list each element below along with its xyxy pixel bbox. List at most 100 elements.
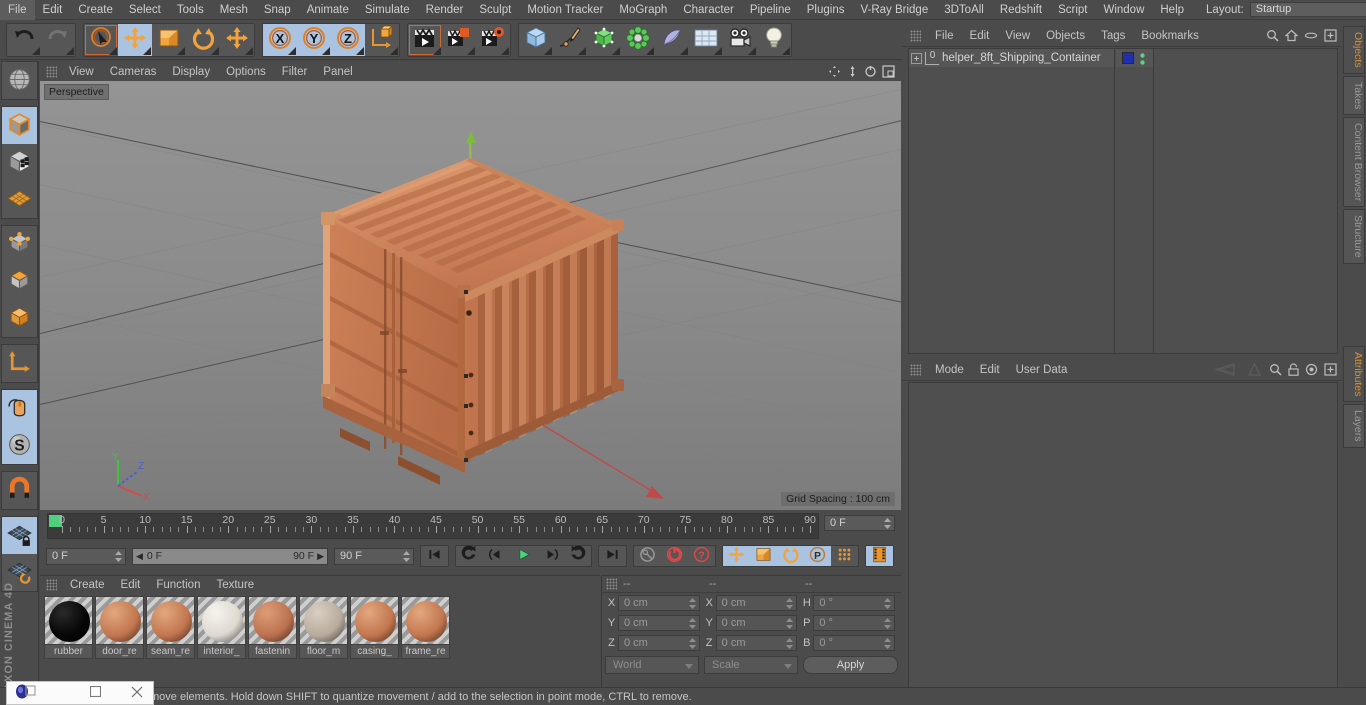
- right-tab-structure[interactable]: Structure: [1343, 209, 1365, 264]
- step-back-button[interactable]: [483, 546, 510, 566]
- right-tab-attributes[interactable]: Attributes: [1343, 345, 1365, 403]
- rotation-keying-button[interactable]: [777, 546, 804, 566]
- model-mode-button[interactable]: [1, 107, 37, 144]
- right-tab-content-browser[interactable]: Content Browser: [1343, 117, 1365, 208]
- spinner-icon[interactable]: [688, 618, 696, 629]
- back-history-icon[interactable]: [1213, 363, 1240, 379]
- menu-item-3dtoall[interactable]: 3DToAll: [936, 0, 992, 20]
- home-icon[interactable]: [1284, 29, 1299, 45]
- render-to-picture-viewer-button[interactable]: [442, 24, 476, 56]
- menu-item-edit[interactable]: Edit: [35, 0, 71, 20]
- add-camera-button[interactable]: [723, 24, 757, 56]
- object-manager-menu-file[interactable]: File: [927, 30, 962, 42]
- menu-item-mesh[interactable]: Mesh: [212, 0, 256, 20]
- right-tab-objects[interactable]: Objects: [1343, 26, 1365, 74]
- add-scene-environment-button[interactable]: [689, 24, 723, 56]
- spinner-icon[interactable]: [884, 618, 892, 629]
- add-spline-button[interactable]: [553, 24, 587, 56]
- material-item[interactable]: interior_: [197, 596, 246, 659]
- menu-item-simulate[interactable]: Simulate: [357, 0, 418, 20]
- menu-item-mograph[interactable]: MoGraph: [611, 0, 675, 20]
- right-tab-layers[interactable]: Layers: [1343, 404, 1365, 448]
- menu-item-character[interactable]: Character: [675, 0, 742, 20]
- transform-tool[interactable]: [220, 24, 254, 56]
- menu-item-sculpt[interactable]: Sculpt: [471, 0, 519, 20]
- spinner-icon[interactable]: [786, 618, 794, 629]
- taskbar-window-preview[interactable]: [6, 681, 154, 705]
- scale-tool[interactable]: [152, 24, 186, 56]
- spinner-icon[interactable]: [688, 638, 696, 649]
- panel-drag-handle[interactable]: [910, 364, 921, 376]
- visibility-dots-icon[interactable]: [1138, 52, 1147, 65]
- object-manager-menu-objects[interactable]: Objects: [1038, 30, 1093, 42]
- attribute-manager-menu-edit[interactable]: Edit: [972, 364, 1008, 376]
- tweak-mode-button[interactable]: [2, 62, 37, 99]
- polygons-mode-button[interactable]: [2, 300, 37, 337]
- attribute-manager-menu-mode[interactable]: Mode: [927, 364, 972, 376]
- move-tool[interactable]: [118, 23, 152, 56]
- menu-item-select[interactable]: Select: [121, 0, 169, 20]
- undo-button[interactable]: [7, 24, 41, 56]
- material-preview-sphere[interactable]: [146, 596, 195, 645]
- object-tag-row[interactable]: [1116, 49, 1153, 67]
- material-preview-sphere[interactable]: [350, 596, 399, 645]
- scale-keying-button[interactable]: [750, 546, 777, 566]
- dolly-icon[interactable]: [846, 65, 859, 81]
- coordinate-system-dropdown[interactable]: World: [605, 656, 699, 674]
- expand-toggle-icon[interactable]: [911, 52, 922, 64]
- material-item[interactable]: fastenin: [248, 596, 297, 659]
- coordinate-rotation-input[interactable]: 0 °: [813, 635, 896, 651]
- material-preview-sphere[interactable]: [95, 596, 144, 645]
- viewport-menu-filter[interactable]: Filter: [274, 66, 316, 78]
- viewport-menu-display[interactable]: Display: [164, 66, 218, 78]
- target-icon[interactable]: [1305, 363, 1318, 379]
- lock-y-axis[interactable]: Y: [297, 23, 331, 56]
- step-forward-button[interactable]: [537, 546, 564, 566]
- coordinate-position-input[interactable]: 0 cm: [618, 615, 700, 631]
- object-manager-menu-edit[interactable]: Edit: [962, 30, 998, 42]
- edges-mode-button[interactable]: [2, 263, 37, 300]
- coordinate-size-input[interactable]: 0 cm: [715, 615, 798, 631]
- parameter-keying-button[interactable]: P: [804, 546, 831, 566]
- material-menu-function[interactable]: Function: [148, 579, 208, 591]
- spinner-icon[interactable]: [115, 550, 122, 562]
- spinner-icon[interactable]: [403, 550, 410, 562]
- add-light-button[interactable]: [757, 24, 791, 56]
- object-tree-row[interactable]: 0 helper_8ft_Shipping_Container: [909, 49, 1114, 67]
- menu-item-motion-tracker[interactable]: Motion Tracker: [519, 0, 611, 20]
- material-item[interactable]: rubber: [44, 596, 93, 659]
- points-mode-button[interactable]: [2, 226, 37, 263]
- rotate-icon[interactable]: [864, 65, 877, 81]
- viewport-menu-panel[interactable]: Panel: [315, 66, 360, 78]
- coordinate-rotation-input[interactable]: 0 °: [813, 595, 896, 611]
- apply-button[interactable]: Apply: [803, 656, 898, 674]
- add-panel-icon[interactable]: [1324, 29, 1337, 45]
- viewport-canvas[interactable]: Perspective Grid Spacing : 100 cm Y X Z: [40, 81, 901, 510]
- material-menu-edit[interactable]: Edit: [113, 579, 149, 591]
- preview-range-bar[interactable]: ◀ 0 F 90 F ▶: [132, 547, 328, 565]
- end-frame-input[interactable]: 90 F: [334, 547, 414, 565]
- panel-drag-handle[interactable]: [46, 65, 57, 78]
- render-settings-button[interactable]: [476, 24, 510, 56]
- record-active-objects-button[interactable]: [634, 546, 661, 566]
- object-manager-menu-tags[interactable]: Tags: [1093, 30, 1133, 42]
- lock-z-axis[interactable]: Z: [331, 23, 365, 56]
- add-generator-button[interactable]: [587, 24, 621, 56]
- coordinate-mode-dropdown[interactable]: Scale: [704, 656, 798, 674]
- live-selection-tool[interactable]: [84, 24, 118, 56]
- material-item[interactable]: seam_re: [146, 596, 195, 659]
- viewport-menu-options[interactable]: Options: [218, 66, 274, 78]
- menu-item-v-ray-bridge[interactable]: V-Ray Bridge: [852, 0, 936, 20]
- point-level-animation-button[interactable]: [831, 546, 858, 566]
- menu-item-animate[interactable]: Animate: [299, 0, 357, 20]
- viewport-solo-button[interactable]: [1, 390, 37, 427]
- menu-item-window[interactable]: Window: [1095, 0, 1152, 20]
- menu-item-render[interactable]: Render: [418, 0, 472, 20]
- spinner-icon[interactable]: [688, 598, 696, 609]
- material-item[interactable]: floor_m: [299, 596, 348, 659]
- object-manager-menu-bookmarks[interactable]: Bookmarks: [1133, 30, 1207, 42]
- menu-item-redshift[interactable]: Redshift: [992, 0, 1050, 20]
- material-preview-sphere[interactable]: [299, 596, 348, 645]
- range-right-arrow-icon[interactable]: ▶: [317, 551, 324, 562]
- enable-axis-modification-button[interactable]: [2, 345, 37, 382]
